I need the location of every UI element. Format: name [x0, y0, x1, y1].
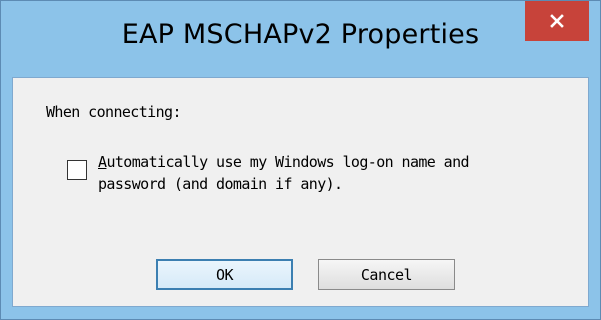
window-title: EAP MSCHAPv2 Properties — [121, 19, 480, 50]
auto-logon-label-line1: Automatically use my Windows log-on name… — [98, 151, 568, 173]
ok-button[interactable]: OK — [156, 259, 293, 290]
auto-logon-label[interactable]: Automatically use my Windows log-on name… — [98, 151, 568, 195]
dialog-window: EAP MSCHAPv2 Properties When connecting:… — [0, 0, 601, 320]
cancel-button[interactable]: Cancel — [318, 259, 455, 290]
when-connecting-label: When connecting: — [46, 103, 182, 121]
auto-logon-label-line2: password (and domain if any). — [98, 175, 343, 193]
close-icon — [550, 14, 564, 28]
dialog-body: When connecting: Automatically use my Wi… — [12, 77, 589, 307]
title-bar[interactable]: EAP MSCHAPv2 Properties — [1, 1, 600, 77]
close-button[interactable] — [525, 1, 589, 41]
auto-logon-checkbox[interactable] — [67, 160, 87, 180]
auto-logon-label-line1-rest: utomatically use my Windows log-on name … — [106, 153, 469, 171]
